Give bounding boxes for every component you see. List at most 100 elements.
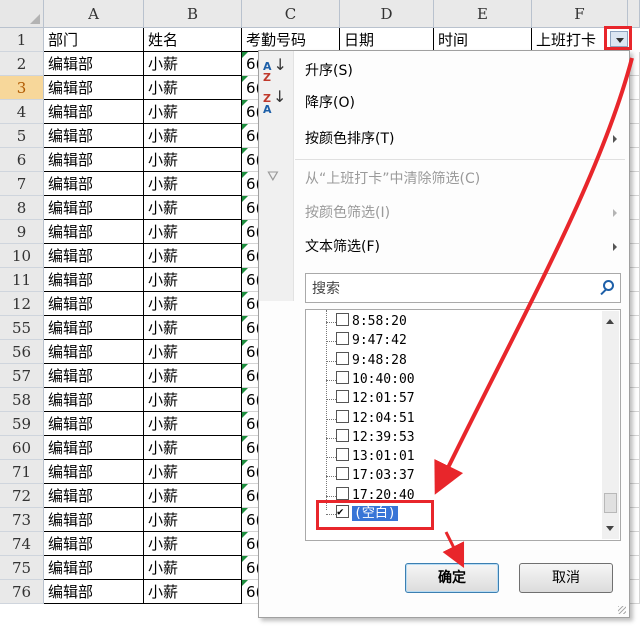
scrollbar-thumb[interactable] — [604, 493, 617, 513]
row-number[interactable]: 55 — [0, 316, 44, 340]
row-number[interactable]: 11 — [0, 268, 44, 292]
cell-header-name[interactable]: 姓名 — [144, 28, 242, 52]
cell-dept[interactable]: 编辑部 — [44, 100, 144, 124]
cell-dept[interactable]: 编辑部 — [44, 556, 144, 580]
cell-name[interactable]: 小薪 — [144, 52, 242, 76]
cell-name[interactable]: 小薪 — [144, 244, 242, 268]
checkbox[interactable] — [336, 351, 349, 365]
cell-name[interactable]: 小薪 — [144, 340, 242, 364]
cell-name[interactable]: 小薪 — [144, 388, 242, 412]
column-header-d[interactable]: D — [340, 0, 434, 28]
list-item[interactable]: 17:03:37 — [336, 466, 415, 485]
row-number[interactable]: 56 — [0, 340, 44, 364]
checkbox[interactable] — [336, 370, 349, 384]
cell-dept[interactable]: 编辑部 — [44, 196, 144, 220]
cell-dept[interactable]: 编辑部 — [44, 436, 144, 460]
list-item[interactable]: 10:40:00 — [336, 370, 415, 389]
column-header-c[interactable]: C — [242, 0, 340, 28]
menu-item-text-filter[interactable]: 文本筛选(F) — [305, 235, 380, 259]
menu-item-sort-descending[interactable]: 降序(O) — [305, 91, 355, 115]
checkbox[interactable] — [336, 313, 349, 326]
list-item[interactable]: 12:04:51 — [336, 409, 415, 428]
cell-dept[interactable]: 编辑部 — [44, 316, 144, 340]
cell-name[interactable]: 小薪 — [144, 76, 242, 100]
cell-dept[interactable]: 编辑部 — [44, 532, 144, 556]
filter-dropdown-button[interactable] — [604, 26, 632, 50]
checkbox[interactable] — [336, 448, 349, 462]
cell-header-dept[interactable]: 部门 — [44, 28, 144, 52]
search-box[interactable] — [305, 273, 621, 303]
cell-dept[interactable]: 编辑部 — [44, 220, 144, 244]
cell-dept[interactable]: 编辑部 — [44, 580, 144, 604]
menu-item-sort-ascending[interactable]: 升序(S) — [305, 59, 353, 83]
cancel-button[interactable]: 取消 — [519, 563, 613, 593]
column-header-a[interactable]: A — [44, 0, 144, 28]
cell-dept[interactable]: 编辑部 — [44, 244, 144, 268]
column-header-b[interactable]: B — [144, 0, 242, 28]
cell-name[interactable]: 小薪 — [144, 436, 242, 460]
cell-dept[interactable]: 编辑部 — [44, 172, 144, 196]
row-number[interactable]: 6 — [0, 148, 44, 172]
list-item[interactable]: 8:58:20 — [336, 312, 407, 331]
cell-dept[interactable]: 编辑部 — [44, 508, 144, 532]
row-number[interactable]: 1 — [0, 28, 44, 52]
cell-dept[interactable]: 编辑部 — [44, 388, 144, 412]
row-number[interactable]: 76 — [0, 580, 44, 604]
cell-name[interactable]: 小薪 — [144, 172, 242, 196]
row-number[interactable]: 75 — [0, 556, 44, 580]
cell-header-time[interactable]: 时间 — [434, 28, 532, 52]
cell-name[interactable]: 小薪 — [144, 508, 242, 532]
cell-name[interactable]: 小薪 — [144, 196, 242, 220]
cell-dept[interactable]: 编辑部 — [44, 124, 144, 148]
scroll-down-icon[interactable] — [606, 526, 614, 531]
cell-dept[interactable]: 编辑部 — [44, 484, 144, 508]
list-item[interactable]: 13:01:01 — [336, 447, 415, 466]
list-item[interactable]: 9:48:28 — [336, 351, 407, 370]
cell-name[interactable]: 小薪 — [144, 556, 242, 580]
scroll-up-icon[interactable] — [606, 319, 614, 324]
column-header-f[interactable]: F — [532, 0, 628, 28]
resize-grip-icon[interactable] — [618, 606, 626, 614]
row-number[interactable]: 4 — [0, 100, 44, 124]
row-number[interactable]: 3 — [0, 76, 44, 100]
cell-name[interactable]: 小薪 — [144, 460, 242, 484]
cell-dept[interactable]: 编辑部 — [44, 460, 144, 484]
search-icon[interactable] — [603, 280, 614, 291]
checkbox[interactable] — [336, 409, 349, 423]
list-item[interactable]: 12:01:57 — [336, 389, 415, 408]
cell-header-date[interactable]: 日期 — [340, 28, 434, 52]
cell-dept[interactable]: 编辑部 — [44, 148, 144, 172]
row-number[interactable]: 71 — [0, 460, 44, 484]
checkbox[interactable] — [336, 467, 349, 481]
row-number[interactable]: 74 — [0, 532, 44, 556]
cell-name[interactable]: 小薪 — [144, 220, 242, 244]
row-number[interactable]: 9 — [0, 220, 44, 244]
list-item[interactable]: 9:47:42 — [336, 331, 407, 350]
checkbox[interactable] — [336, 486, 349, 500]
cell-dept[interactable]: 编辑部 — [44, 52, 144, 76]
column-header-g[interactable] — [628, 0, 640, 28]
cell-name[interactable]: 小薪 — [144, 100, 242, 124]
row-number[interactable]: 10 — [0, 244, 44, 268]
cell-name[interactable]: 小薪 — [144, 484, 242, 508]
row-number[interactable]: 8 — [0, 196, 44, 220]
cell-header-code[interactable]: 考勤号码 — [242, 28, 340, 52]
row-number[interactable]: 2 — [0, 52, 44, 76]
row-number[interactable]: 12 — [0, 292, 44, 316]
cell-name[interactable]: 小薪 — [144, 268, 242, 292]
cell-dept[interactable]: 编辑部 — [44, 412, 144, 436]
cell-name[interactable]: 小薪 — [144, 412, 242, 436]
cell-name[interactable]: 小薪 — [144, 580, 242, 604]
menu-item-sort-by-color[interactable]: 按颜色排序(T) — [305, 127, 394, 151]
list-item[interactable]: 12:39:53 — [336, 428, 415, 447]
checkbox[interactable] — [336, 390, 349, 404]
row-number[interactable]: 60 — [0, 436, 44, 460]
list-scrollbar[interactable] — [602, 311, 619, 539]
cell-dept[interactable]: 编辑部 — [44, 364, 144, 388]
search-input[interactable] — [310, 275, 584, 303]
cell-name[interactable]: 小薪 — [144, 364, 242, 388]
row-number[interactable]: 57 — [0, 364, 44, 388]
cell-name[interactable]: 小薪 — [144, 124, 242, 148]
cell-name[interactable]: 小薪 — [144, 316, 242, 340]
cell-name[interactable]: 小薪 — [144, 532, 242, 556]
